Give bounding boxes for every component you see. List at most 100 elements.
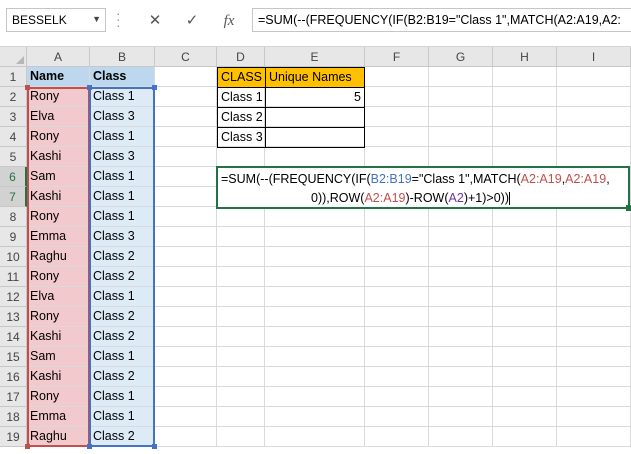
class-cell[interactable]: Class 1 [90, 207, 155, 227]
enter-icon[interactable]: ✓ [181, 10, 203, 32]
name-cell[interactable]: Rony [27, 387, 90, 407]
class-cell[interactable]: Class 1 [90, 87, 155, 107]
grid-cell[interactable] [155, 247, 217, 267]
grid-cell[interactable] [365, 307, 429, 327]
grid-cell[interactable] [493, 207, 557, 227]
drag-handle-icon[interactable]: · · · [116, 6, 121, 32]
grid-cell[interactable] [493, 407, 557, 427]
column-header-b[interactable]: B [90, 47, 155, 67]
summary-header-class[interactable]: CLASS [217, 67, 266, 88]
grid-cell[interactable] [493, 307, 557, 327]
grid-cell[interactable] [557, 227, 631, 247]
fill-handle[interactable] [626, 205, 631, 211]
grid-cell[interactable] [365, 107, 429, 127]
name-cell[interactable]: Kashi [27, 187, 90, 207]
row-header[interactable]: 3 [0, 107, 27, 127]
grid-cell[interactable] [265, 287, 365, 307]
class-column-header[interactable]: Class [90, 67, 155, 87]
grid-cell[interactable] [557, 67, 631, 87]
grid-cell[interactable] [365, 87, 429, 107]
name-cell[interactable]: Rony [27, 127, 90, 147]
grid-cell[interactable] [217, 207, 265, 227]
grid-cell[interactable] [217, 427, 265, 447]
row-header[interactable]: 7 [0, 187, 27, 207]
grid-cell[interactable] [217, 407, 265, 427]
grid-cell[interactable] [557, 427, 631, 447]
column-header-c[interactable]: C [155, 47, 217, 67]
grid-cell[interactable] [557, 327, 631, 347]
grid-cell[interactable] [429, 247, 493, 267]
grid-cell[interactable] [265, 247, 365, 267]
grid-cell[interactable] [155, 287, 217, 307]
grid-cell[interactable] [365, 127, 429, 147]
class-cell[interactable]: Class 2 [90, 267, 155, 287]
grid-cell[interactable] [429, 387, 493, 407]
grid-cell[interactable] [429, 287, 493, 307]
summary-class-cell[interactable]: Class 2 [217, 107, 266, 128]
summary-class-cell[interactable]: Class 3 [217, 127, 266, 148]
name-cell[interactable]: Rony [27, 207, 90, 227]
function-icon[interactable]: fx [218, 10, 240, 32]
grid-cell[interactable] [217, 387, 265, 407]
grid-cell[interactable] [493, 107, 557, 127]
grid-cell[interactable] [365, 427, 429, 447]
grid-cell[interactable] [557, 247, 631, 267]
grid-cell[interactable] [155, 147, 217, 167]
class-cell[interactable]: Class 2 [90, 247, 155, 267]
grid-cell[interactable] [365, 347, 429, 367]
grid-cell[interactable] [557, 387, 631, 407]
grid-cell[interactable] [265, 147, 365, 167]
grid-cell[interactable] [155, 327, 217, 347]
grid-cell[interactable] [365, 327, 429, 347]
class-cell[interactable]: Class 3 [90, 147, 155, 167]
grid-cell[interactable] [429, 147, 493, 167]
row-header[interactable]: 11 [0, 267, 27, 287]
column-header-e[interactable]: E [265, 47, 365, 67]
name-cell[interactable]: Raghu [27, 247, 90, 267]
cancel-icon[interactable]: ✕ [144, 10, 166, 32]
grid-cell[interactable] [265, 347, 365, 367]
row-header[interactable]: 17 [0, 387, 27, 407]
grid-cell[interactable] [365, 67, 429, 87]
name-cell[interactable]: Kashi [27, 367, 90, 387]
grid-cell[interactable] [217, 247, 265, 267]
class-cell[interactable]: Class 2 [90, 307, 155, 327]
row-header[interactable]: 16 [0, 367, 27, 387]
column-header-a[interactable]: A [27, 47, 90, 67]
class-cell[interactable]: Class 1 [90, 387, 155, 407]
row-header[interactable]: 1 [0, 67, 27, 87]
grid-cell[interactable] [155, 407, 217, 427]
row-header[interactable]: 12 [0, 287, 27, 307]
grid-cell[interactable] [429, 367, 493, 387]
class-cell[interactable]: Class 2 [90, 367, 155, 387]
row-header[interactable]: 2 [0, 87, 27, 107]
grid-cell[interactable] [493, 87, 557, 107]
grid-cell[interactable] [265, 207, 365, 227]
name-cell[interactable]: Raghu [27, 427, 90, 447]
grid-cell[interactable] [155, 167, 217, 187]
grid-cell[interactable] [217, 147, 265, 167]
grid-cell[interactable] [429, 127, 493, 147]
row-header[interactable]: 19 [0, 427, 27, 447]
row-header[interactable]: 18 [0, 407, 27, 427]
grid-cell[interactable] [557, 367, 631, 387]
grid-cell[interactable] [557, 267, 631, 287]
column-header-f[interactable]: F [365, 47, 429, 67]
name-cell[interactable]: Emma [27, 407, 90, 427]
grid-cell[interactable] [155, 367, 217, 387]
grid-cell[interactable] [493, 267, 557, 287]
grid-cell[interactable] [365, 207, 429, 227]
class-cell[interactable]: Class 1 [90, 287, 155, 307]
grid-cell[interactable] [429, 267, 493, 287]
grid-cell[interactable] [155, 427, 217, 447]
class-cell[interactable]: Class 1 [90, 167, 155, 187]
grid-cell[interactable] [155, 347, 217, 367]
column-header-h[interactable]: H [493, 47, 557, 67]
formula-edit-cell[interactable]: =SUM(--(FREQUENCY(IF(B2:B19="Class 1",MA… [216, 166, 631, 211]
grid-cell[interactable] [557, 347, 631, 367]
column-header-i[interactable]: I [557, 47, 631, 67]
name-cell[interactable]: Sam [27, 347, 90, 367]
grid-cell[interactable] [155, 87, 217, 107]
grid-cell[interactable] [217, 307, 265, 327]
grid-cell[interactable] [493, 367, 557, 387]
